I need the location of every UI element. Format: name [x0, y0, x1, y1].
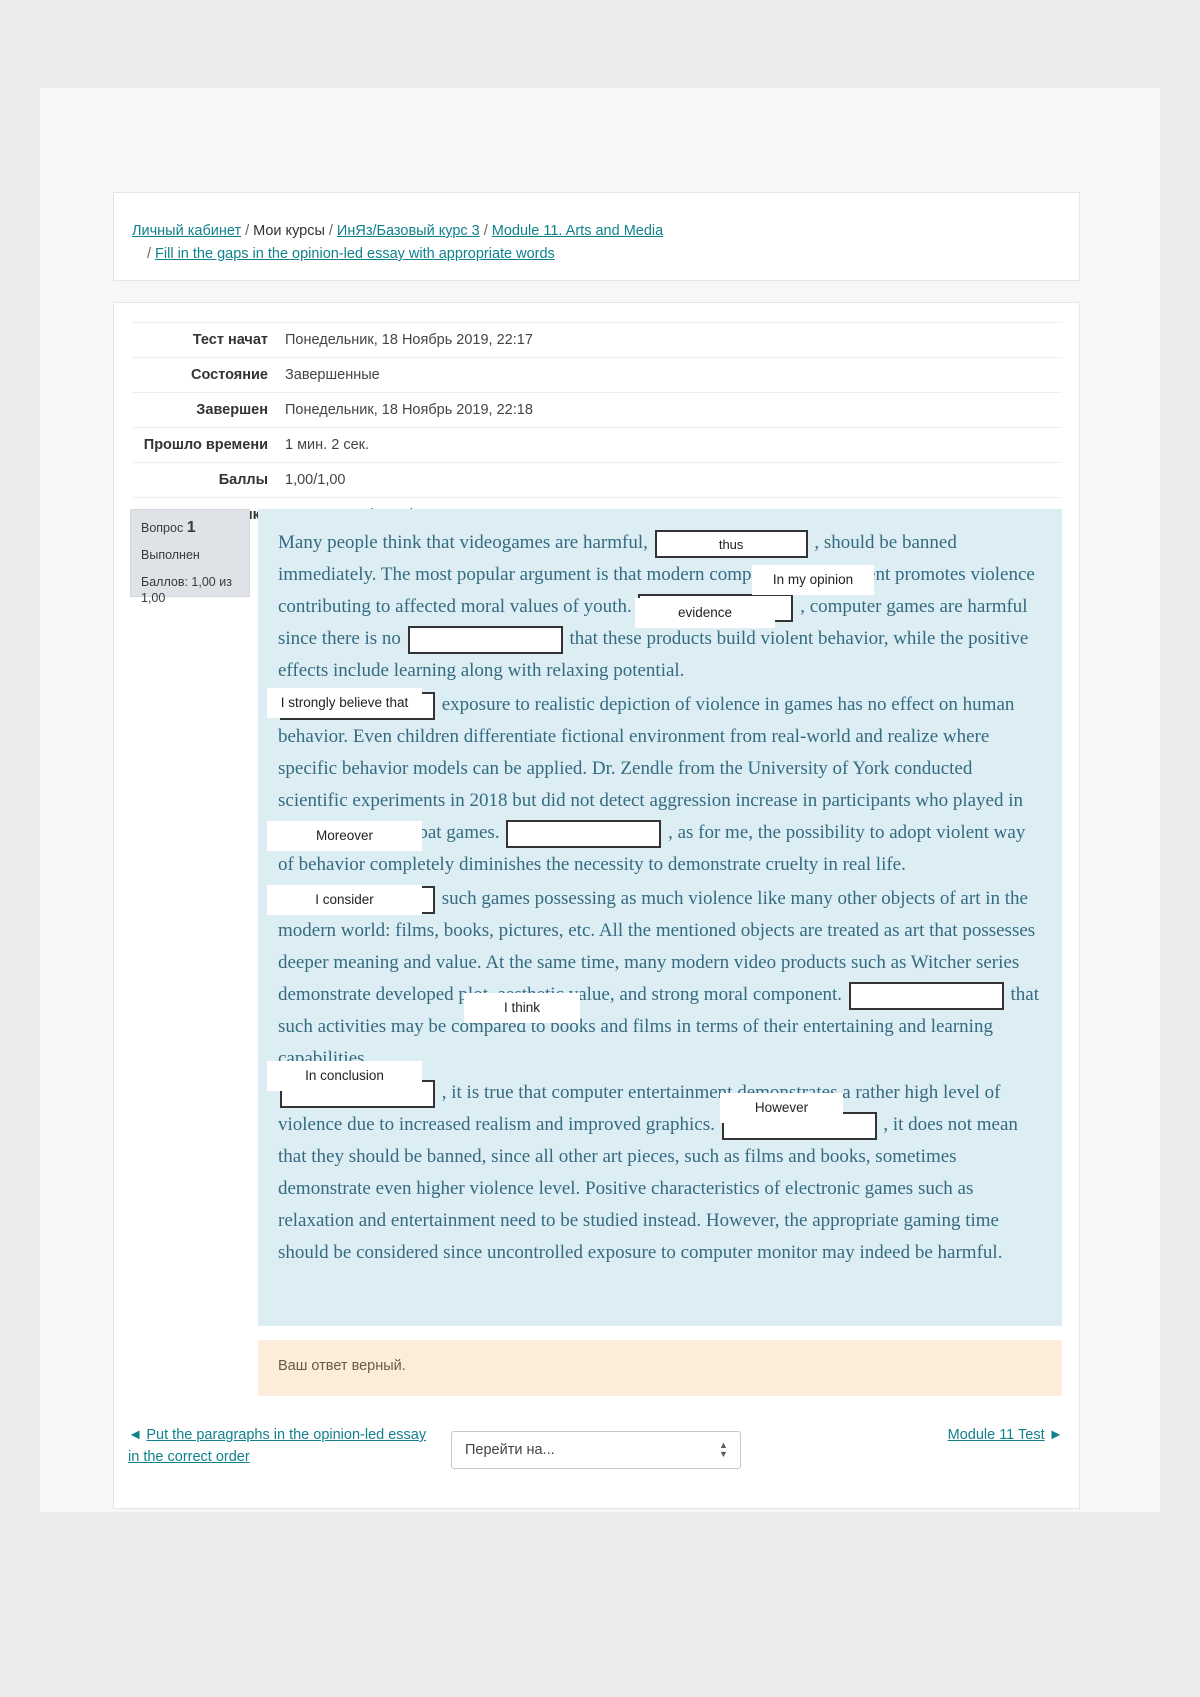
- summary-value-time-taken: 1 мин. 2 сек.: [285, 437, 370, 453]
- breadcrumb-item-module[interactable]: Module 11. Arts and Media: [492, 223, 663, 239]
- table-row: Баллы 1,00/1,00: [132, 462, 1062, 498]
- summary-label-started: Тест начат: [192, 332, 268, 348]
- next-arrow-icon: ►: [1048, 1427, 1063, 1443]
- jump-to-select[interactable]: Перейти на... ▲ ▼: [451, 1431, 741, 1469]
- summary-label-time-taken: Прошло времени: [143, 437, 268, 453]
- table-row: Прошло времени 1 мин. 2 сек.: [132, 427, 1062, 463]
- essay-text: , it does not mean that they should be b…: [278, 1114, 1018, 1263]
- table-row: Состояние Завершенные: [132, 357, 1062, 393]
- drag-chip-i-think[interactable]: I think: [464, 993, 580, 1023]
- question-state: Выполнен: [141, 548, 200, 562]
- breadcrumb-separator: /: [147, 246, 152, 262]
- drag-chip-i-consider[interactable]: I consider: [267, 885, 422, 915]
- chevron-updown-icon: ▲ ▼: [719, 1440, 728, 1459]
- breadcrumb-line-2: / Fill in the gaps in the opinion-led ess…: [132, 243, 1079, 265]
- table-row: Завершен Понедельник, 18 Ноябрь 2019, 22…: [132, 392, 1062, 428]
- breadcrumb-item-course[interactable]: ИнЯз/Базовый курс 3: [337, 223, 480, 239]
- summary-label-state: Состояние: [191, 367, 268, 383]
- prev-link-label[interactable]: Put the paragraphs in the opinion-led es…: [128, 1427, 426, 1465]
- essay-text: Many people think that videogames are ha…: [278, 532, 648, 553]
- quiz-review-card: Тест начат Понедельник, 18 Ноябрь 2019, …: [113, 302, 1080, 1509]
- question-content: Many people think that videogames are ha…: [258, 509, 1062, 1326]
- drag-chip-moreover[interactable]: Moreover: [267, 821, 422, 851]
- summary-value-marks: 1,00/1,00: [285, 472, 346, 488]
- previous-activity-link[interactable]: ◄ Put the paragraphs in the opinion-led …: [128, 1424, 428, 1468]
- summary-value-completed: Понедельник, 18 Ноябрь 2019, 22:18: [285, 402, 533, 418]
- quiz-navigation: ◄ Put the paragraphs in the opinion-led …: [114, 1420, 1079, 1490]
- next-link-label[interactable]: Module 11 Test: [948, 1427, 1045, 1443]
- drag-chip-in-conclusion[interactable]: In conclusion: [267, 1061, 422, 1091]
- drop-target-3[interactable]: [407, 625, 563, 654]
- drop-target-5[interactable]: [506, 819, 662, 848]
- summary-value-state: Завершенные: [285, 367, 380, 383]
- breadcrumb-separator: /: [245, 223, 250, 239]
- question-number-value: 1: [186, 519, 196, 536]
- feedback-banner: Ваш ответ верный.: [258, 1340, 1062, 1396]
- breadcrumb-card: Личный кабинет / Мои курсы / ИнЯз/Базовый ку…: [113, 192, 1080, 281]
- jump-to-select-wrapper[interactable]: Перейти на... ▲ ▼: [451, 1431, 741, 1469]
- drag-chip-evidence[interactable]: evidence: [635, 598, 775, 628]
- essay-body: Many people think that videogames are ha…: [258, 509, 1062, 1269]
- drop-target-7[interactable]: [848, 981, 1004, 1010]
- drag-chip-in-my-opinion[interactable]: In my opinion: [752, 565, 874, 595]
- next-activity-link[interactable]: Module 11 Test ►: [948, 1424, 1063, 1446]
- table-row: Тест начат Понедельник, 18 Ноябрь 2019, …: [132, 322, 1062, 358]
- breadcrumb-separator: /: [483, 223, 488, 239]
- attempt-summary-table: Тест начат Понедельник, 18 Ноябрь 2019, …: [132, 322, 1062, 533]
- breadcrumb: Личный кабинет / Мои курсы / ИнЯз/Базовый ку…: [114, 193, 1079, 265]
- breadcrumb-item-my-courses: Мои курсы: [253, 223, 325, 239]
- drag-chip-however[interactable]: However: [720, 1093, 843, 1123]
- essay-paragraph-4: , it is true that computer entertainment…: [278, 1077, 1042, 1269]
- breadcrumb-separator: /: [328, 223, 333, 239]
- jump-to-value: Перейти на...: [465, 1442, 555, 1458]
- drop-target-1[interactable]: thus: [654, 529, 808, 558]
- drag-chip-i-strongly-believe-that[interactable]: I strongly believe that: [267, 688, 422, 718]
- question-number-label: Вопрос: [141, 521, 184, 535]
- prev-arrow-icon: ◄: [128, 1427, 143, 1443]
- summary-label-marks: Баллы: [218, 472, 268, 488]
- breadcrumb-item-dashboard[interactable]: Личный кабинет: [132, 223, 241, 239]
- question-grade: Баллов: 1,00 из 1,00: [141, 575, 232, 605]
- breadcrumb-item-activity[interactable]: Fill in the gaps in the opinion-led essa…: [155, 246, 555, 262]
- feedback-text: Ваш ответ верный.: [278, 1358, 406, 1374]
- question-info-box: Вопрос 1 Выполнен Баллов: 1,00 из 1,00: [130, 509, 250, 605]
- summary-value-started: Понедельник, 18 Ноябрь 2019, 22:17: [285, 332, 533, 348]
- page-container: Личный кабинет / Мои курсы / ИнЯз/Базовый ку…: [40, 88, 1160, 1512]
- summary-label-completed: Завершен: [196, 402, 268, 418]
- question-number: Вопрос 1: [141, 519, 239, 537]
